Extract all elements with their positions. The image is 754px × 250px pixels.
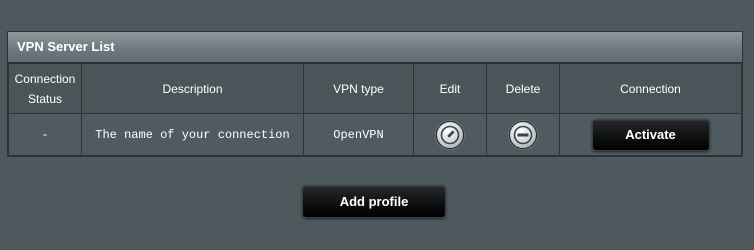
edit-cell (413, 113, 487, 156)
column-header-edit: Edit (413, 63, 487, 114)
description-cell: The name of your connection (81, 113, 304, 156)
connection-status-header-line1: Connection (14, 71, 76, 86)
vpn-type-cell: OpenVPN (303, 113, 414, 156)
vpn-server-list-panel: VPN Server List Connection Status Descri… (7, 31, 743, 157)
pencil-icon[interactable] (436, 120, 464, 149)
delete-cell (486, 113, 560, 156)
connection-cell: Activate (559, 113, 742, 156)
connection-status-cell: - (8, 113, 82, 156)
add-profile-button[interactable]: Add profile (302, 185, 446, 218)
panel-title: VPN Server List (8, 32, 742, 63)
column-header-vpn-type: VPN type (303, 63, 414, 114)
table-header-row: Connection Status Description VPN type E… (8, 63, 742, 114)
column-header-description: Description (81, 63, 304, 114)
table-row: - The name of your connection OpenVPN Ac… (8, 113, 742, 156)
vpn-server-table: Connection Status Description VPN type E… (8, 63, 742, 156)
connection-status-header-line2: Status (27, 91, 63, 106)
column-header-delete: Delete (486, 63, 560, 114)
activate-button[interactable]: Activate (591, 118, 710, 151)
minus-circle-icon[interactable] (509, 120, 537, 149)
column-header-connection: Connection (559, 63, 742, 114)
column-header-connection-status: Connection Status (8, 63, 82, 114)
